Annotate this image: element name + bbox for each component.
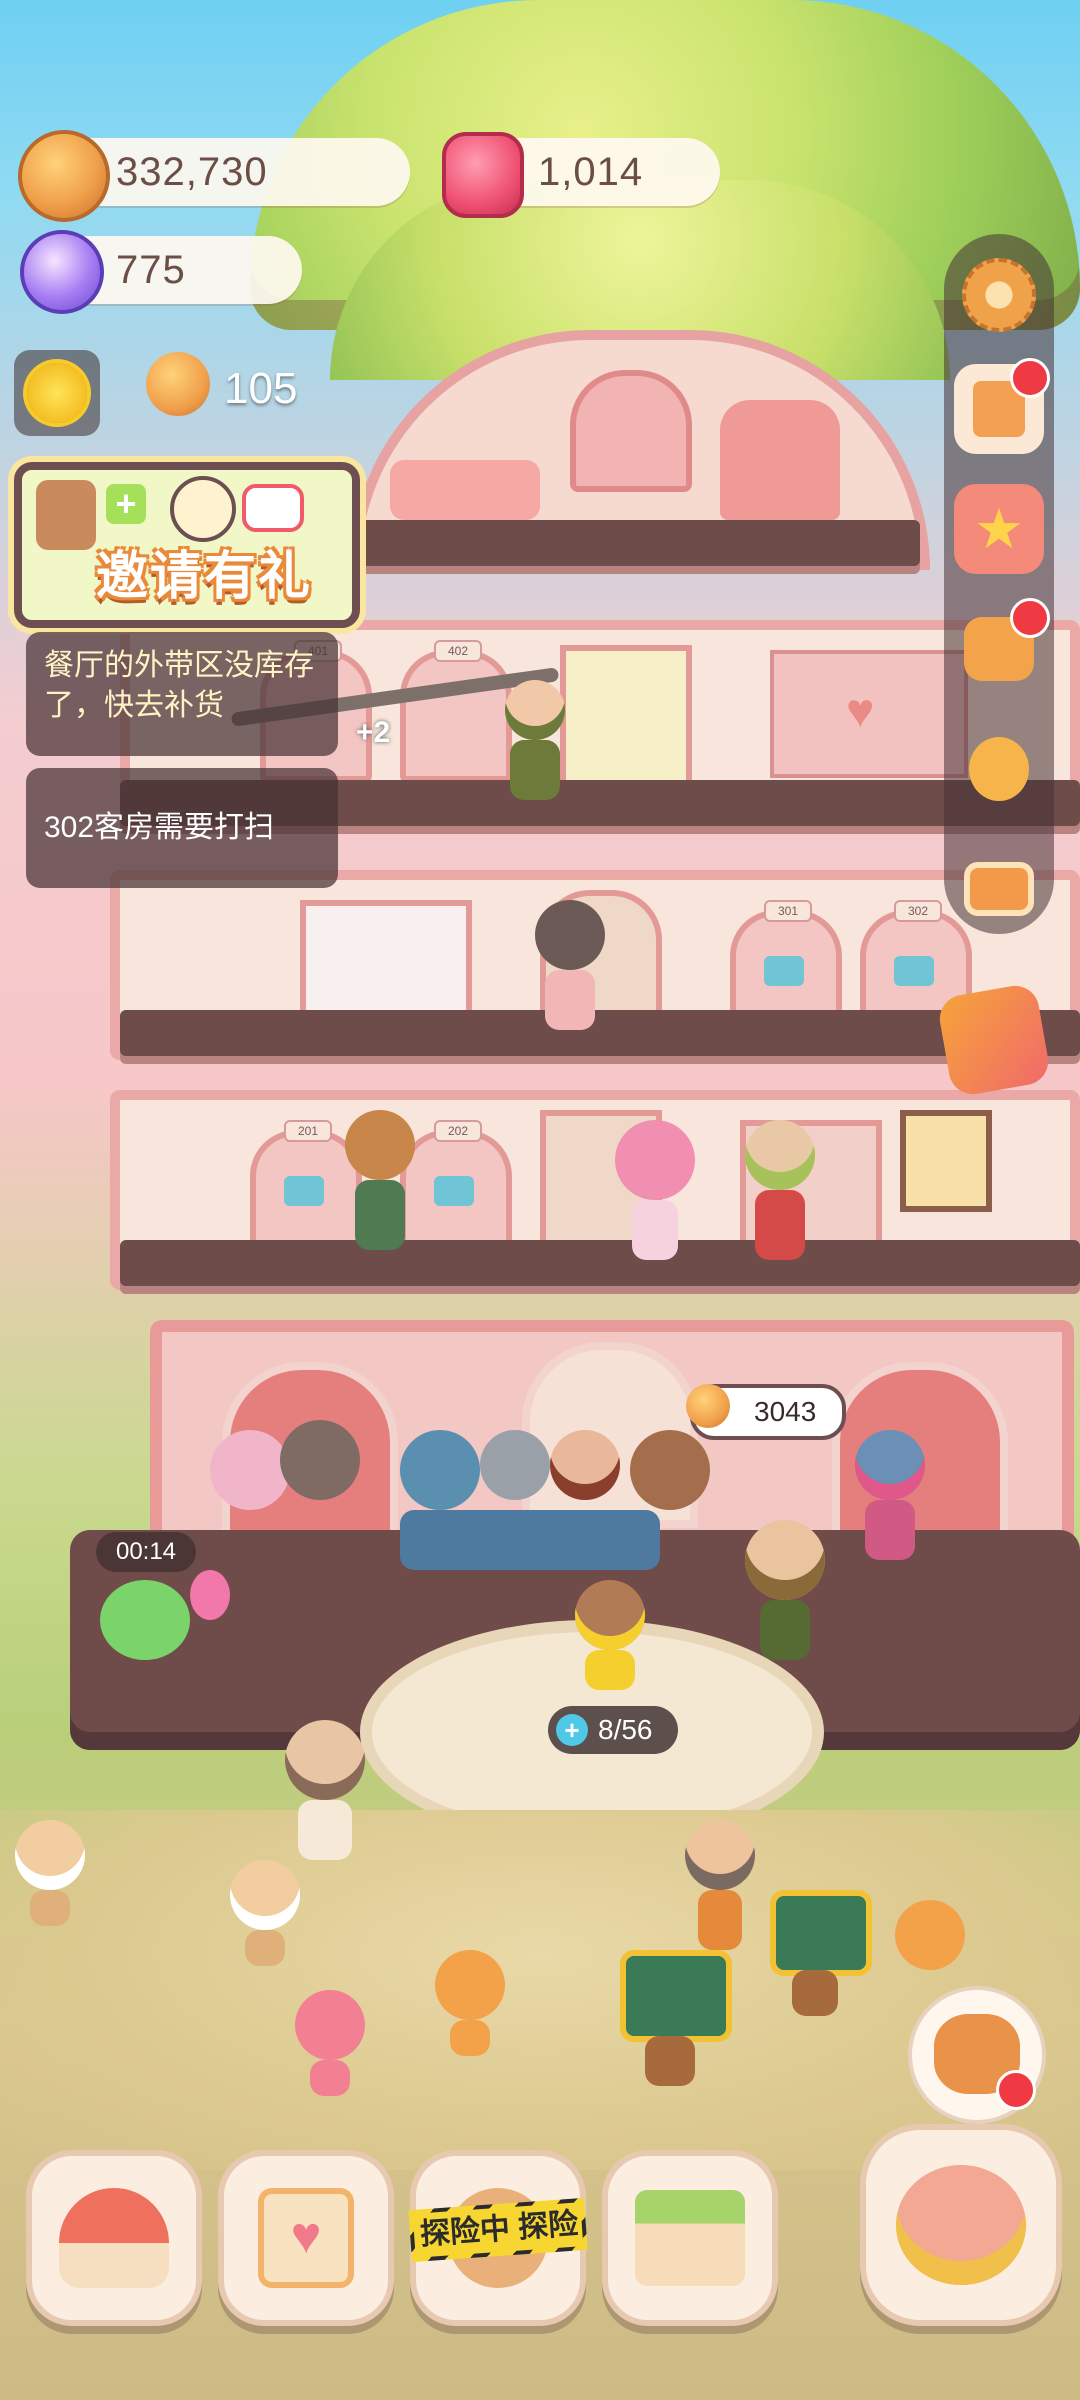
star-shop-button[interactable]: ★ bbox=[954, 484, 1044, 574]
sunglasses-cookie-1[interactable] bbox=[10, 1820, 90, 1930]
notification-badge bbox=[1010, 598, 1050, 638]
room-number: 302 bbox=[894, 900, 942, 922]
door-window bbox=[284, 1176, 324, 1206]
gift-basket-button[interactable] bbox=[936, 982, 1054, 1100]
notice-text: 餐厅的外带区没库存了，快去补货 bbox=[44, 649, 314, 722]
soldier-character[interactable] bbox=[490, 680, 580, 800]
purple-gem-value: 775 bbox=[116, 248, 186, 292]
bear-chef-character[interactable] bbox=[525, 890, 615, 1030]
fish-clock-icon bbox=[896, 2165, 1026, 2285]
diary-button[interactable]: ♥ bbox=[218, 2150, 394, 2326]
chat-bubble-icon bbox=[242, 484, 304, 532]
friends-button[interactable] bbox=[954, 724, 1044, 814]
mushroom-house-icon bbox=[59, 2188, 169, 2288]
cookie-count-value: 105 bbox=[224, 364, 298, 413]
attic-bed bbox=[390, 460, 540, 520]
invite-label: 邀请有礼 bbox=[96, 548, 313, 606]
glasses-kid-character[interactable] bbox=[680, 1820, 760, 1960]
room-number: 301 bbox=[764, 900, 812, 922]
notice-takeout-stock[interactable]: 餐厅的外带区没库存了，快去补货 bbox=[26, 632, 338, 756]
camera-icon bbox=[964, 862, 1034, 916]
stamp-card-button[interactable] bbox=[954, 358, 1050, 454]
portrait-frame bbox=[900, 1110, 992, 1212]
heart-icon: ♥ bbox=[846, 685, 875, 738]
friends-icon bbox=[969, 737, 1029, 801]
room-number: 202 bbox=[434, 1120, 482, 1142]
settings-button[interactable] bbox=[954, 250, 1044, 340]
sunglasses-cookie-2[interactable] bbox=[225, 1860, 305, 1970]
green-hair-character[interactable] bbox=[740, 1120, 820, 1270]
chain-bonus: +2 bbox=[356, 716, 391, 749]
door-window bbox=[894, 956, 934, 986]
capacity-value: 8/56 bbox=[598, 1714, 653, 1745]
maid-character[interactable] bbox=[280, 1720, 370, 1870]
attic-floor bbox=[360, 520, 920, 566]
red-candy-icon bbox=[442, 132, 524, 218]
gear-icon bbox=[962, 258, 1036, 332]
notification-badge bbox=[996, 2070, 1036, 2110]
bubble-coin-icon bbox=[686, 1384, 730, 1428]
star-shop-icon: ★ bbox=[973, 497, 1025, 560]
bubble-value: 3043 bbox=[754, 1396, 817, 1427]
room-number: 201 bbox=[284, 1120, 332, 1142]
notice-text: 302客房需要打扫 bbox=[44, 811, 275, 844]
cookie-guest-character[interactable] bbox=[340, 1110, 420, 1260]
gift-basket-icon bbox=[936, 982, 1052, 1098]
pet-fox-button[interactable] bbox=[908, 1986, 1046, 2124]
door-window bbox=[764, 956, 804, 986]
notification-badge bbox=[1010, 358, 1050, 398]
shop-button[interactable] bbox=[602, 2150, 778, 2326]
orange-cookie-character[interactable] bbox=[430, 1950, 510, 2060]
pink-hair-girl-character[interactable] bbox=[610, 1120, 700, 1270]
robot-tv-character-2[interactable] bbox=[770, 1890, 872, 2020]
purple-crystal-icon bbox=[20, 230, 104, 314]
pink-cookie-character[interactable] bbox=[290, 1990, 370, 2100]
coins-value: 332,730 bbox=[116, 150, 268, 194]
backpack-button[interactable] bbox=[954, 598, 1050, 694]
guest-capacity[interactable]: + 8/56 bbox=[548, 1706, 678, 1754]
cookie-coin-icon bbox=[18, 130, 110, 222]
side-menu: ★ bbox=[944, 234, 1054, 934]
fish-clock-button[interactable] bbox=[860, 2124, 1062, 2326]
floor-2-ledge bbox=[120, 1240, 1080, 1286]
invite-reward-button[interactable]: + 邀请有礼 bbox=[14, 462, 360, 628]
weather-slot[interactable] bbox=[14, 350, 100, 436]
door-window bbox=[434, 1176, 474, 1206]
sun-icon bbox=[27, 363, 87, 423]
game-screen: 401 402 +2 ♥ 301 302 201 202 bbox=[0, 0, 1080, 2400]
invite-avatar-icon bbox=[36, 480, 96, 550]
green-alien-balloon-character[interactable] bbox=[100, 1570, 230, 1690]
notice-room-cleaning[interactable]: 302客房需要打扫 bbox=[26, 768, 338, 888]
smiley-icon bbox=[170, 476, 236, 542]
camera-button[interactable] bbox=[954, 844, 1044, 934]
queue-guests[interactable] bbox=[210, 1410, 750, 1570]
red-gem-value: 1,014 bbox=[538, 150, 644, 194]
curly-hair-character[interactable] bbox=[740, 1520, 830, 1670]
robot-tv-character-1[interactable] bbox=[620, 1950, 732, 2090]
attic-wardrobe bbox=[720, 400, 840, 520]
cookie-counter[interactable]: 105 bbox=[140, 352, 340, 428]
receptionist-character[interactable] bbox=[560, 1580, 660, 1690]
diary-icon: ♥ bbox=[258, 2188, 354, 2288]
room-number: 402 bbox=[434, 640, 482, 662]
explore-status-label: 探险中 探险 bbox=[412, 2202, 584, 2258]
plus-badge-icon: + bbox=[106, 484, 146, 524]
blue-zombie-character[interactable] bbox=[850, 1430, 930, 1570]
mushroom-house-button[interactable] bbox=[26, 2150, 202, 2326]
cookie-face-icon bbox=[146, 352, 210, 416]
heart-banner: ♥ bbox=[770, 650, 968, 778]
shop-icon bbox=[635, 2190, 745, 2286]
attic-window bbox=[570, 370, 692, 492]
balloon-timer: 00:14 bbox=[96, 1532, 196, 1572]
cookie-character-right[interactable] bbox=[890, 1900, 970, 2000]
capacity-plus-icon: + bbox=[556, 1714, 588, 1746]
